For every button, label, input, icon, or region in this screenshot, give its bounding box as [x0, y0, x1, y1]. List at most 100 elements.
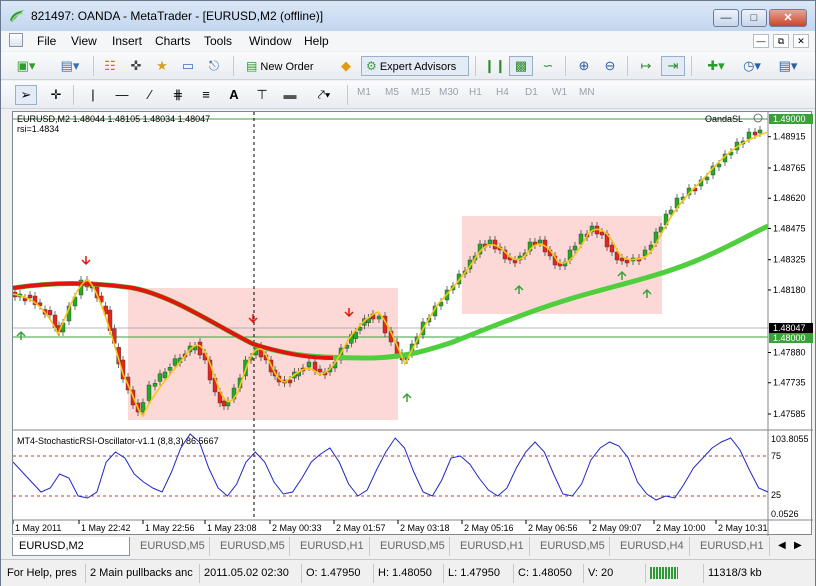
menu-view[interactable]: View: [71, 34, 97, 48]
equidistant-channel-button[interactable]: ⋕: [167, 85, 189, 105]
trendline-button[interactable]: ⁄: [139, 85, 161, 105]
status-time: 2011.05.02 02:30: [199, 564, 301, 583]
candlestick-button[interactable]: ▩: [509, 56, 533, 76]
level-148000-label: 1.48000: [773, 333, 806, 343]
crosshair-move-icon: ✜: [130, 58, 142, 73]
menu-help[interactable]: Help: [304, 34, 329, 48]
text-button[interactable]: A: [223, 85, 245, 105]
market-watch-button[interactable]: ☷: [99, 56, 121, 76]
templates-button[interactable]: ▤▾: [771, 56, 805, 76]
bullish-candle: [140, 402, 146, 413]
timeframe-d1[interactable]: D1: [525, 87, 538, 98]
mdi-minimize-button[interactable]: —: [753, 34, 769, 48]
new-order-label: New Order: [260, 61, 314, 73]
indicators-button[interactable]: ✚▾: [699, 56, 733, 76]
star-folder-icon: ★: [156, 58, 168, 73]
tab-scroll-left-icon[interactable]: ◀: [778, 540, 786, 551]
expert-advisors-button[interactable]: ⚙ Expert Advisors: [361, 56, 469, 76]
menu-window[interactable]: Window: [249, 34, 292, 48]
horizontal-line-icon: —: [115, 87, 129, 102]
tab-eurusd-m5[interactable]: EURUSD,M5: [214, 537, 290, 556]
fibonacci-button[interactable]: ≡: [195, 85, 217, 105]
bar-chart-button[interactable]: ❙❙: [483, 56, 506, 76]
price-chart[interactable]: EURUSD,M2 1.48044 1.48105 1.48034 1.4804…: [12, 112, 813, 536]
vertical-line-button[interactable]: |: [83, 85, 103, 105]
text-icon: A: [229, 87, 239, 102]
crosshair-button[interactable]: ✛: [45, 85, 67, 105]
time-axis-label: 2 May 05:16: [464, 523, 514, 533]
tab-eurusd-h4[interactable]: EURUSD,H4: [614, 537, 690, 556]
tab-eurusd-m5[interactable]: EURUSD,M5: [374, 537, 450, 556]
time-axis-label: 2 May 03:18: [400, 523, 450, 533]
timeframe-h1[interactable]: H1: [469, 87, 482, 98]
new-chart-button[interactable]: ▣▾: [7, 56, 45, 76]
menu-tools[interactable]: Tools: [204, 34, 232, 48]
rectangle-icon: ▬: [283, 87, 297, 102]
timeframe-mn[interactable]: MN: [579, 87, 595, 98]
chart-document-icon[interactable]: [9, 33, 23, 47]
new-order-button[interactable]: ▤ New Order: [241, 56, 333, 76]
tab-eurusd-m5[interactable]: EURUSD,M5: [134, 537, 210, 556]
zoom-out-button[interactable]: ⊖: [599, 56, 621, 76]
bearish-candle: [47, 310, 53, 316]
status-profile[interactable]: 2 Main pullbacks anc: [85, 564, 199, 583]
chart-window[interactable]: EURUSD,M2 1.48044 1.48105 1.48034 1.4804…: [12, 111, 813, 536]
bullish-candle: [746, 131, 752, 140]
timeframe-m15[interactable]: M15: [411, 87, 430, 98]
rectangle-button[interactable]: ▬: [279, 85, 301, 105]
standard-toolbar: ▣▾ ▤▾ ☷ ✜ ★ ▭ ⎋ ▤ New Order ◆ ⚙ Expert A…: [1, 52, 815, 80]
tab-scroll-right-icon[interactable]: ▶: [794, 540, 802, 551]
arrows-button[interactable]: ⤤▾: [307, 85, 341, 105]
cursor-arrow-icon: ➢: [20, 87, 32, 102]
menu-charts[interactable]: Charts: [155, 34, 190, 48]
status-high: H: 1.48050: [373, 564, 443, 583]
periods-button[interactable]: ◷▾: [735, 56, 769, 76]
status-help: For Help, pres: [7, 567, 77, 579]
timeframe-w1[interactable]: W1: [552, 87, 567, 98]
close-button[interactable]: ✕: [769, 9, 807, 27]
zoom-in-button[interactable]: ⊕: [573, 56, 595, 76]
tab-eurusd-h1[interactable]: EURUSD,H1: [294, 537, 370, 556]
maximize-button[interactable]: □: [741, 9, 767, 27]
bullish-candle: [572, 245, 578, 251]
tab-eurusd-m5[interactable]: EURUSD,M5: [534, 537, 610, 556]
smiley-expert-icon: [753, 113, 763, 123]
bearish-candle: [609, 244, 615, 253]
mdi-restore-button[interactable]: ⧉: [773, 34, 789, 48]
tab-eurusd-h1[interactable]: EURUSD,H1: [694, 537, 770, 556]
time-axis-label: 2 May 01:57: [336, 523, 386, 533]
timeframe-h4[interactable]: H4: [496, 87, 509, 98]
timeframe-m5[interactable]: M5: [385, 87, 399, 98]
timeframe-m1[interactable]: M1: [357, 87, 371, 98]
cursor-button[interactable]: ➢: [15, 85, 37, 105]
timeframe-m30[interactable]: M30: [439, 87, 458, 98]
window-title: 821497: OANDA - MetaTrader - [EURUSD,M2 …: [31, 9, 324, 23]
new-chart-icon: ▣▾: [16, 58, 36, 73]
navigator-button[interactable]: ★: [151, 56, 173, 76]
data-window-button[interactable]: ✜: [125, 56, 147, 76]
bullish-candle: [487, 239, 493, 245]
mdi-close-button[interactable]: ✕: [793, 34, 809, 48]
menu-insert[interactable]: Insert: [112, 34, 142, 48]
strategy-tester-button[interactable]: ⎋: [203, 56, 225, 76]
chart-shift-button[interactable]: ⇥: [661, 56, 685, 76]
profiles-button[interactable]: ▤▾: [51, 56, 89, 76]
line-chart-button[interactable]: ∽: [537, 56, 559, 76]
text-label-icon: ⊤: [256, 87, 268, 102]
bullish-candle: [167, 367, 173, 371]
tab-eurusd-m2[interactable]: EURUSD,M2 (offline): [12, 537, 130, 570]
bearish-candle: [619, 257, 625, 262]
tab-eurusd-h1[interactable]: EURUSD,H1: [454, 537, 530, 556]
status-volume: V: 20: [583, 564, 645, 583]
oscillator-info: MT4-StochasticRSI-Oscillator-v1.1 (8,8,3…: [17, 436, 219, 446]
minimize-button[interactable]: —: [713, 9, 739, 27]
menu-file[interactable]: File: [37, 34, 56, 48]
text-label-button[interactable]: ⊤: [251, 85, 273, 105]
bullish-candle: [306, 361, 312, 368]
bullish-candle: [157, 373, 163, 382]
autoscroll-button[interactable]: ↦: [635, 56, 657, 76]
price-axis-label: 1.48620: [773, 193, 806, 203]
metaeditor-button[interactable]: ◆: [335, 56, 357, 76]
terminal-button[interactable]: ▭: [177, 56, 199, 76]
horizontal-line-button[interactable]: —: [111, 85, 133, 105]
